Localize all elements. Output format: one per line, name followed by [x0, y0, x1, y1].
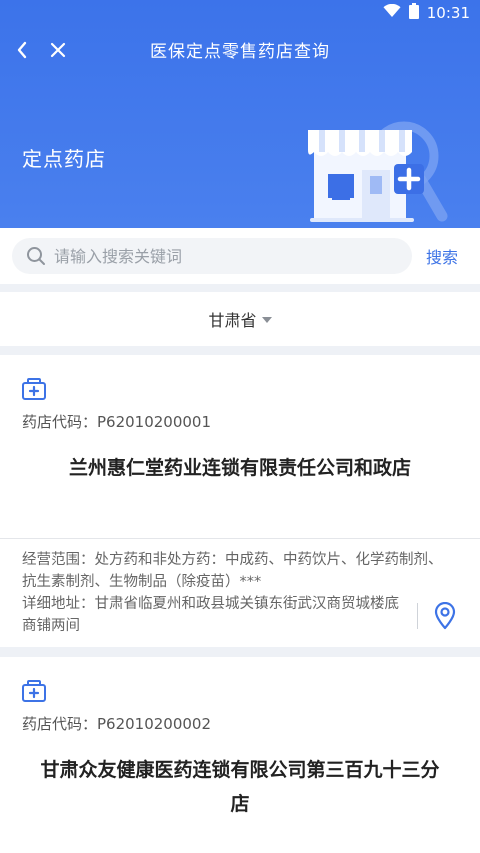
pharmacy-name: 甘肃众友健康医药连锁有限公司第三百九十三分店	[40, 759, 440, 815]
search-input[interactable]	[54, 246, 394, 266]
pharmacy-card[interactable]: 药店代码：P62010200002 甘肃众友健康医药连锁有限公司第三百九十三分店	[0, 657, 480, 853]
location-button[interactable]	[430, 599, 460, 633]
banner-title: 定点药店	[22, 147, 106, 171]
pharmacy-kit-icon	[22, 378, 46, 404]
vertical-divider	[417, 603, 418, 629]
business-scope: 经营范围：处方药和非处方药：中成药、中药饮片、化学药制剂、抗生素制剂、生物制品（…	[22, 552, 443, 590]
province-filter-bar: 甘肃省	[0, 292, 480, 346]
status-time: 10:31	[426, 4, 470, 22]
divider	[0, 538, 480, 539]
wifi-icon	[383, 3, 401, 22]
pharmacy-code: 药店代码：P62010200001	[22, 413, 212, 431]
pharmacy-kit-icon	[22, 680, 46, 706]
pharmacy-address: 详细地址：甘肃省临夏州和政县城关镇东街武汉商贸城楼底商铺两间	[22, 596, 399, 634]
search-box[interactable]	[12, 238, 412, 274]
nav-bar: 医保定点零售药店查询	[0, 28, 480, 72]
pharmacy-card[interactable]: 药店代码：P62010200001 兰州惠仁堂药业连锁有限责任公司和政店 经营范…	[0, 355, 480, 647]
status-bar: 10:31	[0, 0, 480, 26]
page-title: 医保定点零售药店查询	[150, 42, 330, 62]
pharmacy-name: 兰州惠仁堂药业连锁有限责任公司和政店	[68, 457, 411, 479]
caret-down-icon	[261, 317, 272, 323]
header: 10:31 医保定点零售药店查询 定点药店	[0, 0, 480, 228]
search-panel: 搜索	[0, 228, 480, 284]
search-icon	[27, 247, 45, 265]
pharmacy-store-illustration	[308, 112, 458, 228]
search-button[interactable]: 搜索	[426, 244, 458, 268]
location-pin-icon	[434, 602, 456, 630]
battery-icon	[408, 3, 419, 23]
pharmacy-code: 药店代码：P62010200002	[22, 715, 212, 733]
province-dropdown[interactable]: 甘肃省	[208, 307, 272, 331]
province-label: 甘肃省	[208, 311, 257, 330]
